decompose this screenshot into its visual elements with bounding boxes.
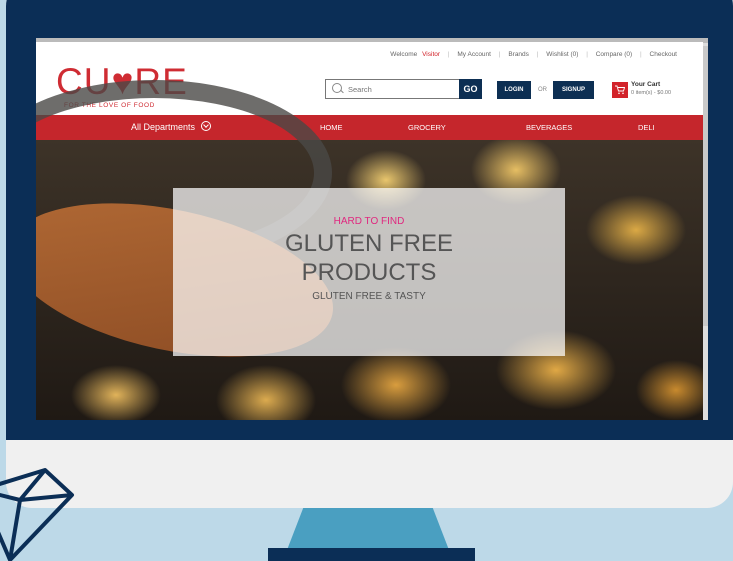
brands-link[interactable]: Brands	[508, 51, 529, 58]
monitor-base	[268, 548, 475, 561]
scrollbar[interactable]	[703, 38, 708, 420]
visitor-link[interactable]: Visitor	[422, 51, 440, 58]
hero-title-line1: GLUTEN FREE	[284, 230, 454, 257]
browser-screen: Welcome Visitor | My Account | Brands | …	[36, 38, 708, 420]
cart-title[interactable]: Your Cart	[631, 81, 660, 88]
nav-item-home[interactable]: HOME	[320, 115, 343, 140]
my-account-link[interactable]: My Account	[457, 51, 491, 58]
nav-item-deli[interactable]: DELI	[638, 115, 655, 140]
signup-button[interactable]: SIGNUP	[553, 81, 594, 99]
cart-summary: 0 item(s) - $0.00	[631, 90, 672, 96]
nav-item-beverages[interactable]: BEVERAGES	[526, 115, 572, 140]
hero-overlay: HARD TO FIND GLUTEN FREE PRODUCTS GLUTEN…	[173, 188, 565, 356]
browser-topbar	[36, 38, 703, 42]
hero-kicker: HARD TO FIND	[333, 216, 405, 227]
hero-title-line2: PRODUCTS	[301, 259, 437, 286]
or-label: OR	[538, 87, 547, 93]
checkout-link[interactable]: Checkout	[650, 51, 677, 58]
wishlist-link[interactable]: Wishlist (0)	[546, 51, 578, 58]
search-box[interactable]	[325, 79, 460, 99]
diamond-icon	[0, 468, 74, 561]
hero-banner[interactable]: HARD TO FIND GLUTEN FREE PRODUCTS GLUTEN…	[36, 80, 703, 420]
scroll-up-arrow[interactable]	[703, 38, 708, 43]
top-links: Welcome Visitor | My Account | Brands | …	[384, 51, 680, 58]
welcome-text: Welcome Visitor	[390, 51, 441, 58]
monitor-stand	[287, 508, 449, 550]
search-input[interactable]	[346, 82, 458, 97]
nav-item-grocery[interactable]: GROCERY	[408, 115, 446, 140]
scrollbar-thumb[interactable]	[703, 46, 708, 326]
cart-icon[interactable]	[612, 82, 628, 98]
search-icon	[332, 83, 342, 93]
compare-link[interactable]: Compare (0)	[596, 51, 632, 58]
search-go-button[interactable]: GO	[459, 79, 482, 99]
login-button[interactable]: LOGIN	[497, 81, 531, 99]
hero-subtitle: GLUTEN FREE & TASTY	[312, 291, 426, 302]
